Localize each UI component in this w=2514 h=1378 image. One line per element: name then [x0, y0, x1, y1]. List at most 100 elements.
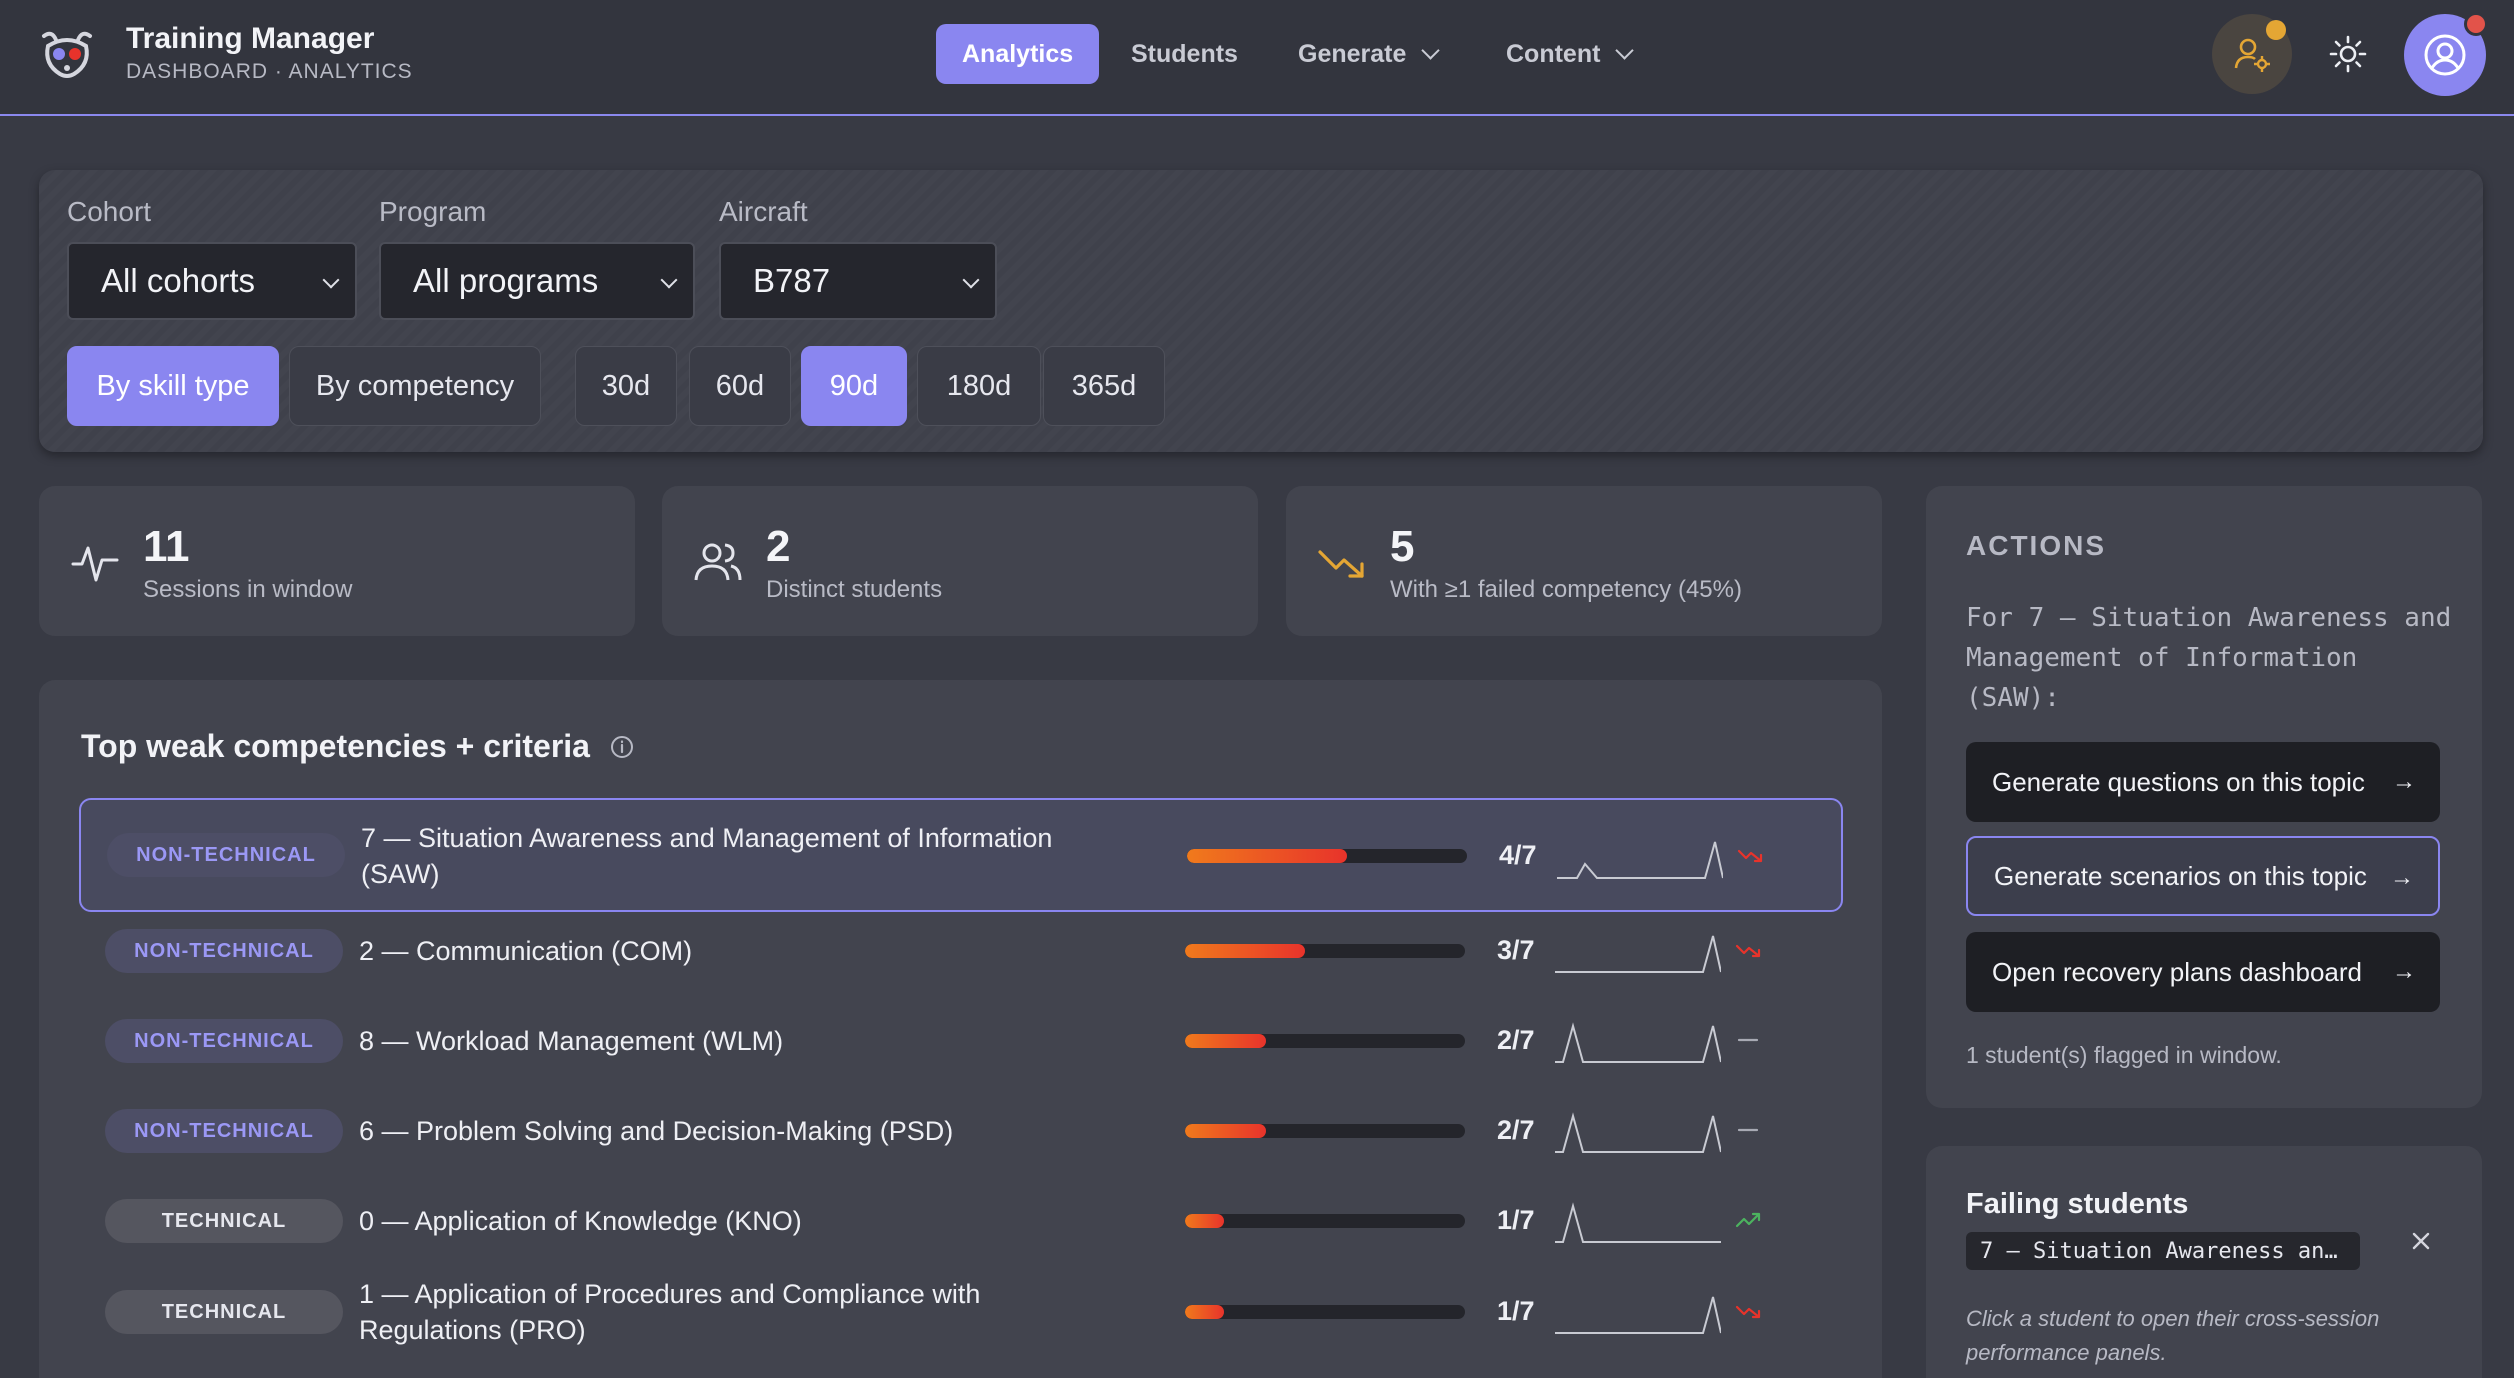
window-30d-toggle[interactable]: 30d: [575, 346, 677, 426]
nav-students-label: Students: [1131, 39, 1238, 68]
aircraft-select[interactable]: B787: [719, 242, 997, 320]
theme-toggle-button[interactable]: [2324, 30, 2372, 78]
by-competency-label: By competency: [315, 369, 515, 402]
score-bar: [1185, 1214, 1465, 1228]
arrow-right-icon: →: [2392, 768, 2416, 795]
sparkline: [1555, 1296, 1721, 1334]
competency-row[interactable]: TECHNICAL 0 — Application of Knowledge (…: [79, 1176, 1843, 1266]
window-90d-label: 90d: [829, 369, 879, 402]
sparkline: [1555, 935, 1721, 973]
score-text: 4/7: [1499, 840, 1537, 870]
competency-row[interactable]: NON-TECHNICAL 8 — Workload Management (W…: [79, 996, 1843, 1086]
stat-card-sessions: 11 Sessions in window: [39, 486, 635, 636]
user-account-button[interactable]: [2404, 12, 2488, 96]
arrow-right-icon: →: [2390, 864, 2414, 891]
failing-students-hint: Click a student to open their cross-sess…: [1966, 1306, 2380, 1365]
score-bar-fill: [1185, 1214, 1225, 1228]
stat-value: 2: [766, 522, 791, 571]
score-bar-fill: [1185, 1124, 1267, 1138]
notification-dot: [2464, 12, 2488, 36]
sun-icon: [2329, 35, 2367, 73]
score-bar: [1187, 849, 1467, 863]
app-subtitle: DASHBOARD · ANALYTICS: [126, 60, 413, 83]
stat-card-failed: 5 With ≥1 failed competency (45%): [1286, 486, 1882, 636]
window-60d-toggle[interactable]: 60d: [689, 346, 791, 426]
info-icon[interactable]: [609, 734, 635, 760]
failing-students-panel: Failing students 7 — Situation Awareness…: [1926, 1146, 2482, 1378]
competency-name: 1 — Application of Procedures and Compli…: [359, 1279, 981, 1345]
skill-type-badge: NON-TECHNICAL: [107, 833, 345, 877]
by-competency-toggle[interactable]: By competency: [289, 346, 541, 426]
stat-label: With ≥1 failed competency (45%): [1390, 576, 1742, 603]
owl-logo-icon[interactable]: [38, 24, 96, 82]
actions-title: ACTIONS: [1966, 530, 2106, 561]
cohort-value: All cohorts: [101, 262, 256, 299]
actions-target-text: For 7 — Situation Awareness and Manageme…: [1966, 603, 2452, 713]
trend-flat-icon: [1737, 1038, 1759, 1042]
program-label: Program: [379, 196, 487, 227]
competency-name: 8 — Workload Management (WLM): [359, 1026, 784, 1056]
score-bar: [1185, 1305, 1465, 1319]
score-text: 1/7: [1497, 1296, 1535, 1326]
window-30d-label: 30d: [601, 369, 651, 402]
nav-content[interactable]: Content: [1506, 24, 1635, 84]
cohort-select[interactable]: All cohorts: [67, 242, 357, 320]
generate-scenarios-button[interactable]: Generate scenarios on this topic →: [1966, 836, 2440, 916]
nav-content-label: Content: [1506, 39, 1601, 68]
by-skill-type-toggle[interactable]: By skill type: [67, 346, 279, 426]
stat-label: Sessions in window: [143, 576, 353, 603]
score-bar-fill: [1185, 944, 1306, 958]
window-90d-toggle[interactable]: 90d: [801, 346, 907, 426]
score-text: 2/7: [1497, 1115, 1535, 1145]
stat-value: 11: [143, 522, 190, 571]
by-skill-type-label: By skill type: [96, 369, 250, 402]
score-text: 2/7: [1497, 1025, 1535, 1055]
competency-row[interactable]: NON-TECHNICAL 7 — Situation Awareness an…: [79, 798, 1843, 912]
generate-questions-button[interactable]: Generate questions on this topic →: [1966, 742, 2440, 822]
stat-value: 5: [1390, 522, 1415, 571]
stat-label: Distinct students: [766, 576, 943, 603]
sparkline: [1557, 841, 1723, 879]
window-180d-toggle[interactable]: 180d: [917, 346, 1041, 426]
competency-name: 6 — Problem Solving and Decision-Making …: [359, 1116, 954, 1146]
competency-name: 0 — Application of Knowledge (KNO): [359, 1206, 802, 1236]
nav-generate[interactable]: Generate: [1298, 24, 1441, 84]
window-365d-toggle[interactable]: 365d: [1043, 346, 1165, 426]
competency-row[interactable]: TECHNICAL 1 — Application of Procedures …: [79, 1266, 1843, 1378]
warning-dot: [2266, 20, 2286, 40]
competency-name: 2 — Communication (COM): [359, 936, 693, 966]
open-recovery-plans-button[interactable]: Open recovery plans dashboard →: [1966, 932, 2440, 1012]
weak-competencies-title: Top weak competencies + criteria: [81, 728, 590, 764]
program-select[interactable]: All programs: [379, 242, 695, 320]
nav-analytics[interactable]: Analytics: [936, 24, 1100, 84]
nav-analytics-label: Analytics: [962, 39, 1074, 68]
app-title: Training Manager: [126, 22, 375, 55]
topic-tag: 7 — Situation Awareness an…: [1966, 1232, 2360, 1270]
close-icon[interactable]: [2404, 1224, 2438, 1258]
trend-down-icon: [1737, 849, 1763, 863]
chevron-down-icon: [1421, 40, 1441, 60]
generate-scenarios-label: Generate scenarios on this topic: [1994, 860, 2367, 891]
competency-row[interactable]: NON-TECHNICAL 2 — Communication (COM) 3/…: [79, 906, 1843, 996]
trend-up-icon: [1735, 1212, 1761, 1228]
weak-competencies-panel: Top weak competencies + criteria NON-TEC…: [39, 680, 1882, 1378]
instructor-settings-button[interactable]: [2212, 14, 2292, 94]
chevron-down-icon: [1615, 40, 1635, 60]
score-bar-fill: [1185, 1305, 1225, 1319]
cohort-label: Cohort: [67, 196, 152, 227]
window-180d-label: 180d: [946, 369, 1012, 402]
aircraft-label: Aircraft: [719, 196, 808, 227]
window-60d-label: 60d: [715, 369, 765, 402]
instructor-settings-icon: [2234, 38, 2270, 72]
trend-flat-icon: [1737, 1128, 1759, 1132]
actions-panel: ACTIONS For 7 — Situation Awareness and …: [1926, 486, 2482, 1108]
skill-type-badge: NON-TECHNICAL: [105, 929, 343, 973]
score-text: 1/7: [1497, 1205, 1535, 1235]
competency-row[interactable]: NON-TECHNICAL 6 — Problem Solving and De…: [79, 1086, 1843, 1176]
sparkline: [1555, 1202, 1721, 1243]
skill-type-badge: TECHNICAL: [105, 1290, 343, 1334]
skill-type-badge: TECHNICAL: [105, 1199, 343, 1243]
score-bar: [1185, 1034, 1465, 1048]
nav-students[interactable]: Students: [1131, 24, 1238, 84]
filter-panel: Cohort All cohorts Program All programs …: [39, 170, 2483, 452]
